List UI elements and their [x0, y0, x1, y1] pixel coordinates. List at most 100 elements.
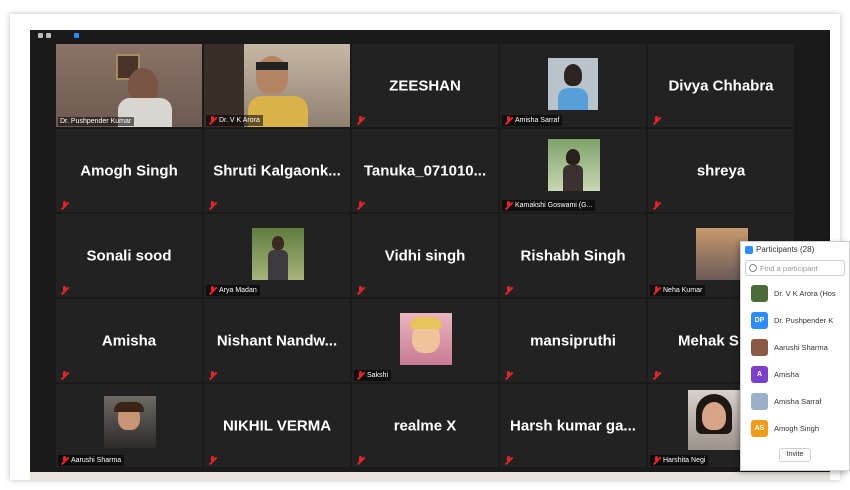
- muted-mic-icon: [356, 201, 365, 210]
- participant-label: Kamakshi Goswami (G...: [502, 200, 596, 211]
- participant-tile[interactable]: Arya Madan: [204, 214, 350, 297]
- muted-mic-icon: [504, 286, 513, 295]
- window-top-bar: [30, 30, 830, 42]
- participant-label: Dr. V K Arora: [206, 115, 263, 126]
- window-control-icon[interactable]: [46, 33, 51, 38]
- participant-tile[interactable]: Sakshi: [352, 299, 498, 382]
- participant-list-name: Aarushi Sharma: [774, 343, 828, 352]
- participant-label: Amisha Sarraf: [502, 115, 563, 126]
- muted-mic-icon: [356, 116, 365, 125]
- participant-label: [650, 115, 664, 126]
- participant-name: Nishant Nandw...: [216, 332, 338, 349]
- participant-tile[interactable]: Sonali sood: [56, 214, 202, 297]
- window-control-icon[interactable]: [38, 33, 43, 38]
- avatar: [751, 285, 768, 302]
- participant-tile[interactable]: Dr. V K Arora: [204, 44, 350, 127]
- zoom-meeting-window: Dr. Pushpender Kumar Dr. V K Arora ZEESH…: [30, 30, 830, 472]
- muted-mic-icon: [652, 371, 661, 380]
- participant-label: [650, 200, 664, 211]
- participant-list-item[interactable]: Dr. V K Arora (Hos: [741, 280, 849, 307]
- participant-name: mansipruthi: [530, 332, 616, 349]
- participant-label: [58, 370, 72, 381]
- participant-search-input[interactable]: Find a participant: [745, 260, 845, 276]
- participant-name: Rishabh Singh: [520, 247, 626, 264]
- view-icon[interactable]: [74, 33, 79, 38]
- participant-tile[interactable]: Dr. Pushpender Kumar: [56, 44, 202, 127]
- search-placeholder: Find a participant: [760, 263, 818, 273]
- muted-mic-icon: [60, 286, 69, 295]
- participant-label: Aarushi Sharma: [58, 455, 125, 466]
- participants-panel: Participants (28) Find a participant Dr.…: [740, 241, 850, 471]
- muted-mic-icon: [208, 371, 217, 380]
- participant-list-name: Dr. Pushpender K: [774, 316, 834, 325]
- participant-list-item[interactable]: Amisha Sarraf: [741, 388, 849, 415]
- participant-name: shreya: [696, 162, 746, 179]
- participants-icon: [745, 246, 753, 254]
- participant-name: Vidhi singh: [384, 247, 466, 264]
- participant-tile[interactable]: Divya Chhabra: [648, 44, 794, 127]
- participant-label: [206, 200, 220, 211]
- participant-label: Neha Kumar: [650, 285, 706, 296]
- participant-label: [502, 285, 516, 296]
- muted-mic-icon: [356, 456, 365, 465]
- participant-tile[interactable]: Amisha: [56, 299, 202, 382]
- participant-tile[interactable]: Amisha Sarraf: [500, 44, 646, 127]
- muted-mic-icon: [504, 456, 513, 465]
- participant-tile[interactable]: Aarushi Sharma: [56, 384, 202, 467]
- participant-tile[interactable]: Shruti Kalgaonk...: [204, 129, 350, 212]
- participant-name: Amogh Singh: [80, 162, 178, 179]
- participant-tile[interactable]: realme X: [352, 384, 498, 467]
- participant-list-name: Amisha Sarraf: [774, 397, 822, 406]
- participant-list-item[interactable]: AS Amogh Singh: [741, 415, 849, 442]
- participant-label: [58, 285, 72, 296]
- muted-mic-icon: [208, 116, 217, 125]
- participant-tile[interactable]: Kamakshi Goswami (G...: [500, 129, 646, 212]
- profile-photo: [548, 58, 598, 110]
- profile-photo: [252, 228, 304, 280]
- muted-mic-icon: [356, 371, 365, 380]
- participant-label: [502, 455, 516, 466]
- invite-button[interactable]: Invite: [779, 448, 811, 462]
- participant-name: Sonali sood: [86, 247, 172, 264]
- participant-name: Tanuka_071010...: [363, 162, 487, 179]
- muted-mic-icon: [60, 201, 69, 210]
- participant-list-item[interactable]: DP Dr. Pushpender K: [741, 307, 849, 334]
- participant-name: Harsh kumar ga...: [510, 417, 636, 434]
- participant-label: [354, 200, 368, 211]
- participant-label: [58, 200, 72, 211]
- search-icon: [749, 264, 757, 272]
- participant-tile[interactable]: Vidhi singh: [352, 214, 498, 297]
- muted-mic-icon: [652, 201, 661, 210]
- avatar: [751, 393, 768, 410]
- participant-label: [650, 370, 664, 381]
- participant-label: Sakshi: [354, 370, 392, 381]
- participant-name: Divya Chhabra: [668, 77, 774, 94]
- participant-tile[interactable]: Amogh Singh: [56, 129, 202, 212]
- profile-photo: [104, 396, 156, 448]
- participant-tile[interactable]: NIKHIL VERMA: [204, 384, 350, 467]
- muted-mic-icon: [504, 116, 513, 125]
- participant-name: ZEESHAN: [389, 77, 461, 94]
- participant-tile[interactable]: ZEESHAN: [352, 44, 498, 127]
- participant-tile[interactable]: Rishabh Singh: [500, 214, 646, 297]
- participant-list-item[interactable]: A Amisha: [741, 361, 849, 388]
- participant-label: [354, 115, 368, 126]
- muted-mic-icon: [652, 286, 661, 295]
- profile-photo: [548, 139, 600, 191]
- participant-list: Dr. V K Arora (Hos DP Dr. Pushpender K A…: [741, 280, 849, 442]
- participant-tile[interactable]: Harsh kumar ga...: [500, 384, 646, 467]
- video-feed: [56, 44, 202, 127]
- participant-label: Harshita Negi: [650, 455, 709, 466]
- avatar: A: [751, 366, 768, 383]
- participant-list-item[interactable]: Aarushi Sharma: [741, 334, 849, 361]
- muted-mic-icon: [356, 286, 365, 295]
- muted-mic-icon: [60, 456, 69, 465]
- participant-label: Dr. Pushpender Kumar: [58, 117, 135, 126]
- participant-name: NIKHIL VERMA: [222, 417, 332, 434]
- participant-tile[interactable]: mansipruthi: [500, 299, 646, 382]
- participant-tile[interactable]: shreya: [648, 129, 794, 212]
- participant-tile[interactable]: Nishant Nandw...: [204, 299, 350, 382]
- participant-label: [502, 370, 516, 381]
- participant-tile[interactable]: Tanuka_071010...: [352, 129, 498, 212]
- participant-label: [354, 285, 368, 296]
